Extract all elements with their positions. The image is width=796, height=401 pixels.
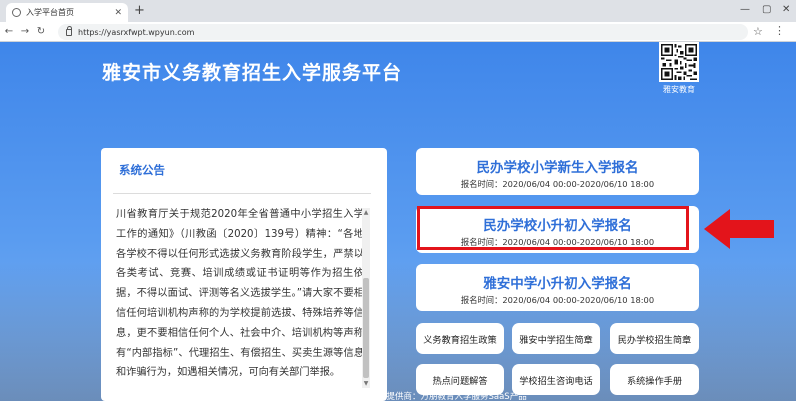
registration-card-yaan-middle[interactable]: 雅安中学小升初入学报名 报名时间：2020/06/04 00:00-2020/0… [416, 264, 699, 311]
maximize-icon[interactable]: ▢ [762, 4, 771, 15]
yaan-middle-brochure-button[interactable]: 雅安中学招生简章 [512, 323, 600, 354]
private-school-brochure-button[interactable]: 民办学校招生简章 [610, 323, 699, 354]
red-arrow-icon [704, 209, 774, 249]
address-bar[interactable]: https://yasrxfwpt.wpyun.com [58, 24, 748, 40]
registration-date: 报名时间：2020/06/04 00:00-2020/06/10 18:00 [460, 179, 655, 189]
notice-title: 系统公告 [119, 163, 165, 177]
registration-card-private-primary[interactable]: 民办学校小学新生入学报名 报名时间：2020/06/04 00:00-2020/… [416, 148, 699, 195]
scroll-up-icon[interactable]: ▲ [362, 208, 370, 217]
lock-icon [66, 25, 72, 36]
registration-title: 民办学校小学新生入学报名 [476, 160, 639, 176]
divider [113, 193, 371, 194]
new-tab-button[interactable]: + [134, 3, 145, 19]
browser-tab[interactable]: 入学平台首页 ✕ [6, 3, 128, 22]
url-text: https://yasrxfwpt.wpyun.com [78, 27, 195, 37]
browser-tab-bar: 入学平台首页 ✕ + — ▢ ✕ [0, 0, 796, 22]
forward-icon[interactable]: → [18, 26, 32, 37]
manual-button[interactable]: 系统操作手册 [610, 364, 699, 395]
tab-title: 入学平台首页 [26, 8, 74, 17]
notice-body: 川省教育厅关于规范2020年全省普通中小学招生入学工作的通知》（川教函〔2020… [116, 209, 364, 379]
scroll-down-icon[interactable]: ▼ [362, 379, 370, 388]
qr-label: 雅安教育 [663, 85, 695, 94]
back-icon[interactable]: ← [2, 26, 16, 37]
footer-text: 主办单位：雅安市教育局 软件提供商：万朋教育入学服务SaaS产品 [273, 392, 527, 401]
scrollbar-thumb[interactable] [363, 278, 369, 378]
browser-toolbar: ← → ↻ https://yasrxfwpt.wpyun.com ☆ ⋮ [0, 22, 796, 42]
minimize-icon[interactable]: — [740, 4, 750, 15]
tab-close-icon[interactable]: ✕ [114, 8, 122, 18]
registration-date: 报名时间：2020/06/04 00:00-2020/06/10 18:00 [460, 295, 655, 305]
registration-title: 雅安中学小升初入学报名 [483, 276, 632, 292]
qr-code-icon [659, 42, 699, 82]
browser-menu-icon[interactable]: ⋮ [774, 24, 785, 37]
site-title: 雅安市义务教育招生入学服务平台 [102, 62, 403, 84]
window-close-icon[interactable]: ✕ [782, 4, 790, 15]
policy-button[interactable]: 义务教育招生政策 [416, 323, 504, 354]
notice-panel: 系统公告 川省教育厅关于规范2020年全省普通中小学招生入学工作的通知》（川教函… [101, 148, 387, 401]
globe-icon [12, 8, 21, 17]
page-content: 雅安市义务教育招生入学服务平台 雅安教育 系统公告 川省教育厅关于规范2020年… [0, 42, 796, 401]
red-highlight-box [417, 206, 689, 250]
reload-icon[interactable]: ↻ [34, 26, 48, 37]
bookmark-star-icon[interactable]: ☆ [753, 25, 763, 38]
notice-scrollbar[interactable]: ▲ ▼ [362, 208, 370, 388]
